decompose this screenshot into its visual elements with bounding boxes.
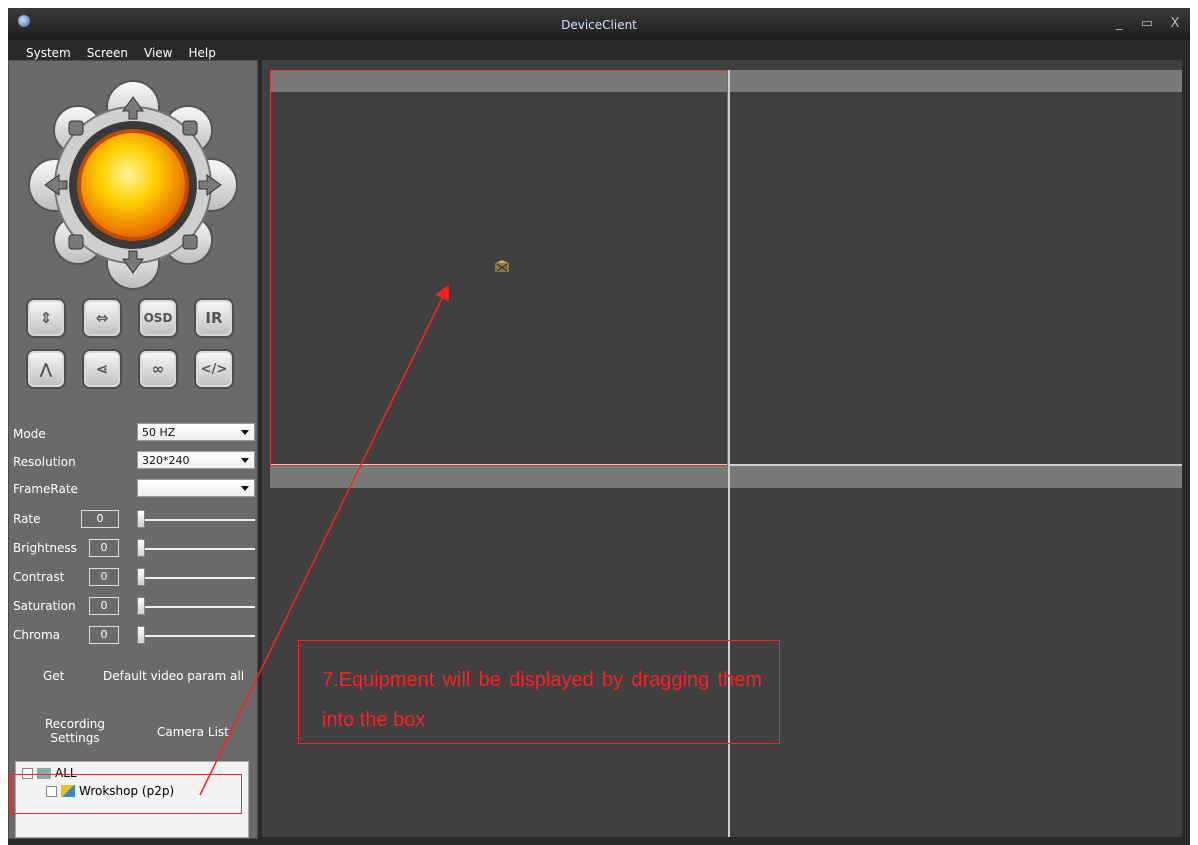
- resolution-label: Resolution: [13, 455, 76, 469]
- framerate-label: FrameRate: [13, 482, 78, 496]
- ptz-center-button[interactable]: [81, 133, 185, 237]
- flip-vertical-button[interactable]: ⇕: [26, 298, 66, 338]
- camera-placeholder-icon: [495, 260, 509, 272]
- title-bar: DeviceClient _ ▭ X: [8, 8, 1190, 40]
- annotation-highlight-box: [10, 774, 242, 814]
- chevron-down-icon: [241, 430, 249, 435]
- default-video-param-button[interactable]: Default video param all: [103, 669, 244, 683]
- mode-select[interactable]: 50 HZ: [137, 423, 255, 441]
- ir-button[interactable]: IR: [194, 298, 234, 338]
- rate-value[interactable]: 0: [81, 510, 119, 528]
- video-pane-1[interactable]: [270, 70, 728, 464]
- saturation-slider-handle[interactable]: [137, 597, 145, 615]
- brightness-value[interactable]: 0: [89, 539, 119, 557]
- maximize-button[interactable]: ▭: [1140, 16, 1154, 31]
- close-button[interactable]: X: [1168, 16, 1182, 31]
- mode-value: 50 HZ: [142, 426, 176, 439]
- contrast-slider-handle[interactable]: [137, 568, 145, 586]
- chevron-down-icon: [241, 486, 249, 491]
- video-pane-2[interactable]: [730, 70, 1182, 464]
- stop-cruise-button[interactable]: </>: [194, 349, 234, 389]
- menu-view[interactable]: View: [144, 46, 172, 60]
- cruise-vertical-button[interactable]: ⋀: [26, 349, 66, 389]
- menu-bar: System Screen View Help: [26, 46, 216, 60]
- menu-system[interactable]: System: [26, 46, 71, 60]
- osd-button[interactable]: OSD: [138, 298, 178, 338]
- menu-help[interactable]: Help: [189, 46, 216, 60]
- cruise-horizontal-button[interactable]: ⋖: [82, 349, 122, 389]
- brightness-slider-track: [137, 548, 255, 550]
- arrow-down-right-icon: [182, 234, 198, 250]
- pane-title-bar: [270, 466, 728, 488]
- saturation-label: Saturation: [13, 599, 76, 613]
- chroma-slider-handle[interactable]: [137, 626, 145, 644]
- rate-slider-track: [137, 519, 255, 521]
- contrast-label: Contrast: [13, 570, 65, 584]
- left-panel: ⇕ ⇔ OSD IR ⋀ ⋖ ∞ </> Mode 50 HZ Resoluti…: [8, 60, 258, 839]
- pane-title-bar: [730, 70, 1182, 92]
- brightness-label: Brightness: [13, 541, 77, 555]
- tab-recording-settings[interactable]: Recording Settings: [45, 717, 105, 745]
- contrast-value[interactable]: 0: [89, 568, 119, 586]
- minimize-button[interactable]: _: [1112, 16, 1126, 31]
- framerate-select[interactable]: [137, 479, 255, 497]
- menu-screen[interactable]: Screen: [87, 46, 128, 60]
- flip-horizontal-button[interactable]: ⇔: [82, 298, 122, 338]
- chroma-label: Chroma: [13, 628, 61, 642]
- contrast-slider-track: [137, 577, 255, 579]
- brightness-slider-handle[interactable]: [137, 539, 145, 557]
- chroma-value[interactable]: 0: [89, 626, 119, 644]
- arrow-up-left-icon: [68, 120, 84, 136]
- arrow-up-right-icon: [182, 120, 198, 136]
- resolution-value: 320*240: [142, 454, 190, 467]
- saturation-slider-track: [137, 606, 255, 608]
- saturation-value[interactable]: 0: [89, 597, 119, 615]
- get-button[interactable]: Get: [43, 669, 64, 683]
- rate-slider-handle[interactable]: [137, 510, 145, 528]
- window-title: DeviceClient: [561, 18, 637, 32]
- ptz-control: [28, 80, 238, 290]
- arrow-down-left-icon: [68, 234, 84, 250]
- pane-title-bar: [730, 466, 1182, 488]
- annotation-text: 7.Equipment will be displayed by draggin…: [322, 669, 762, 731]
- chroma-slider-track: [137, 635, 255, 637]
- pane-title-bar: [270, 70, 728, 92]
- resolution-select[interactable]: 320*240: [137, 451, 255, 469]
- chevron-down-icon: [241, 458, 249, 463]
- tab-camera-list[interactable]: Camera List: [157, 725, 229, 739]
- rate-label: Rate: [13, 512, 41, 526]
- video-pane-4[interactable]: [730, 466, 1182, 837]
- mode-label: Mode: [13, 427, 46, 441]
- cruise-loop-button[interactable]: ∞: [138, 349, 178, 389]
- grid-divider: [270, 464, 1182, 466]
